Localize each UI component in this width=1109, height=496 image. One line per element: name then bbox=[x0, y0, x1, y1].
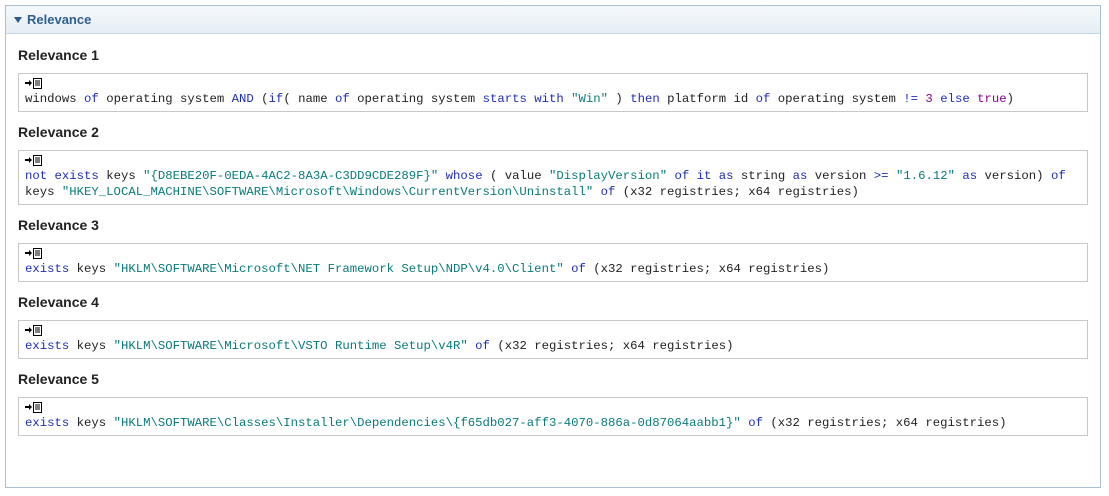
code-text: version) bbox=[977, 169, 1051, 183]
code-keyword: exists bbox=[25, 339, 70, 353]
relevance-code: exists keys "HKLM\SOFTWARE\Microsoft\NET… bbox=[25, 261, 1080, 277]
code-text: ) bbox=[608, 92, 631, 106]
code-string: "{D8EBE20F-0EDA-4AC2-8A3A-C3DD9CDE289F}" bbox=[143, 169, 439, 183]
code-keyword: as bbox=[962, 169, 978, 183]
code-string: "HKLM\SOFTWARE\Classes\Installer\Depende… bbox=[113, 416, 741, 430]
code-string: "HKLM\SOFTWARE\Microsoft\VSTO Runtime Se… bbox=[113, 339, 468, 353]
code-keyword: != bbox=[903, 92, 919, 106]
code-keyword: of bbox=[1050, 169, 1066, 183]
code-string: "1.6.12" bbox=[895, 169, 955, 183]
copy-to-clipboard-icon[interactable] bbox=[25, 78, 42, 89]
code-box: windows of operating system AND (if( nam… bbox=[18, 73, 1088, 112]
code-keyword: as bbox=[792, 169, 808, 183]
code-box: exists keys "HKLM\SOFTWARE\Microsoft\VST… bbox=[18, 320, 1088, 359]
copy-to-clipboard-icon[interactable] bbox=[25, 248, 42, 259]
code-string: "Win" bbox=[571, 92, 609, 106]
relevance-section-4: Relevance 4 exists keys "HKLM\SOFTWARE\M… bbox=[18, 294, 1088, 359]
code-text: ( value bbox=[482, 169, 549, 183]
code-keyword: exists bbox=[25, 416, 70, 430]
code-text: keys bbox=[69, 339, 114, 353]
copy-to-clipboard-icon[interactable] bbox=[25, 325, 42, 336]
code-text: keys bbox=[98, 169, 144, 183]
relevance-code: not exists keys "{D8EBE20F-0EDA-4AC2-8A3… bbox=[25, 168, 1080, 200]
triangle-down-icon[interactable] bbox=[14, 16, 22, 23]
relevance-section-1: Relevance 1 windows of operating system … bbox=[18, 47, 1088, 112]
code-keyword: of bbox=[748, 416, 763, 430]
code-keyword: of bbox=[475, 339, 490, 353]
code-text: operating system bbox=[349, 92, 483, 106]
relevance-code: exists keys "HKLM\SOFTWARE\Classes\Insta… bbox=[25, 415, 1080, 431]
relevance-panel: Relevance Relevance 1 windows of operati… bbox=[5, 5, 1101, 488]
code-keyword: of bbox=[600, 185, 616, 199]
code-keyword: of bbox=[84, 92, 99, 106]
code-text: operating system bbox=[770, 92, 904, 106]
relevance-list: Relevance 1 windows of operating system … bbox=[6, 47, 1100, 436]
code-literal: 3 bbox=[925, 92, 933, 106]
code-text: keys bbox=[69, 262, 114, 276]
section-heading: Relevance 3 bbox=[18, 217, 99, 233]
code-keyword: of bbox=[755, 92, 771, 106]
code-keyword: starts with bbox=[482, 92, 564, 106]
section-heading: Relevance 5 bbox=[18, 371, 99, 387]
code-text: platform id bbox=[659, 92, 756, 106]
code-keyword: if bbox=[268, 92, 284, 106]
relevance-section-3: Relevance 3 exists keys "HKLM\SOFTWARE\M… bbox=[18, 217, 1088, 282]
code-text: keys bbox=[69, 416, 114, 430]
code-box: not exists keys "{D8EBE20F-0EDA-4AC2-8A3… bbox=[18, 150, 1088, 205]
code-keyword: as bbox=[718, 169, 734, 183]
code-keyword: not bbox=[25, 169, 48, 183]
code-text: (x32 registries; x64 registries) bbox=[585, 262, 830, 276]
relevance-code: windows of operating system AND (if( nam… bbox=[25, 91, 1080, 107]
code-text: (x32 registries; x64 registries) bbox=[615, 185, 859, 199]
code-text: ) bbox=[1006, 92, 1015, 106]
code-text: ( bbox=[253, 92, 269, 106]
code-text: windows bbox=[25, 92, 85, 106]
code-keyword: exists bbox=[54, 169, 99, 183]
panel-title: Relevance bbox=[27, 12, 92, 27]
code-keyword: AND bbox=[231, 92, 254, 106]
relevance-section-2: Relevance 2 not exists keys "{D8EBE20F-0… bbox=[18, 124, 1088, 205]
copy-to-clipboard-icon[interactable] bbox=[25, 402, 42, 413]
code-box: exists keys "HKLM\SOFTWARE\Microsoft\NET… bbox=[18, 243, 1088, 282]
relevance-section-5: Relevance 5 exists keys "HKLM\SOFTWARE\C… bbox=[18, 371, 1088, 436]
section-heading: Relevance 4 bbox=[18, 294, 99, 310]
code-text: (x32 registries; x64 registries) bbox=[489, 339, 734, 353]
section-heading: Relevance 1 bbox=[18, 47, 99, 63]
copy-to-clipboard-icon[interactable] bbox=[25, 155, 42, 166]
code-text: (x32 registries; x64 registries) bbox=[762, 416, 1007, 430]
code-keyword: exists bbox=[25, 262, 70, 276]
code-keyword: of bbox=[674, 169, 690, 183]
code-literal: true bbox=[977, 92, 1007, 106]
code-keyword: whose bbox=[445, 169, 483, 183]
code-string: "DisplayVersion" bbox=[549, 169, 668, 183]
code-string: "HKEY_LOCAL_MACHINE\SOFTWARE\Microsoft\W… bbox=[61, 185, 594, 199]
code-text: ( name bbox=[283, 92, 335, 106]
code-text: version bbox=[807, 169, 874, 183]
code-text: string bbox=[733, 169, 793, 183]
code-string: "HKLM\SOFTWARE\Microsoft\NET Framework S… bbox=[113, 262, 564, 276]
code-keyword: >= bbox=[873, 169, 889, 183]
code-text: operating system bbox=[98, 92, 232, 106]
code-box: exists keys "HKLM\SOFTWARE\Classes\Insta… bbox=[18, 397, 1088, 436]
code-keyword: it bbox=[696, 169, 712, 183]
section-heading: Relevance 2 bbox=[18, 124, 99, 140]
relevance-panel-header[interactable]: Relevance bbox=[6, 6, 1100, 34]
code-keyword: else bbox=[940, 92, 970, 106]
code-keyword: of bbox=[571, 262, 586, 276]
relevance-code: exists keys "HKLM\SOFTWARE\Microsoft\VST… bbox=[25, 338, 1080, 354]
code-keyword: of bbox=[334, 92, 350, 106]
code-keyword: then bbox=[630, 92, 660, 106]
